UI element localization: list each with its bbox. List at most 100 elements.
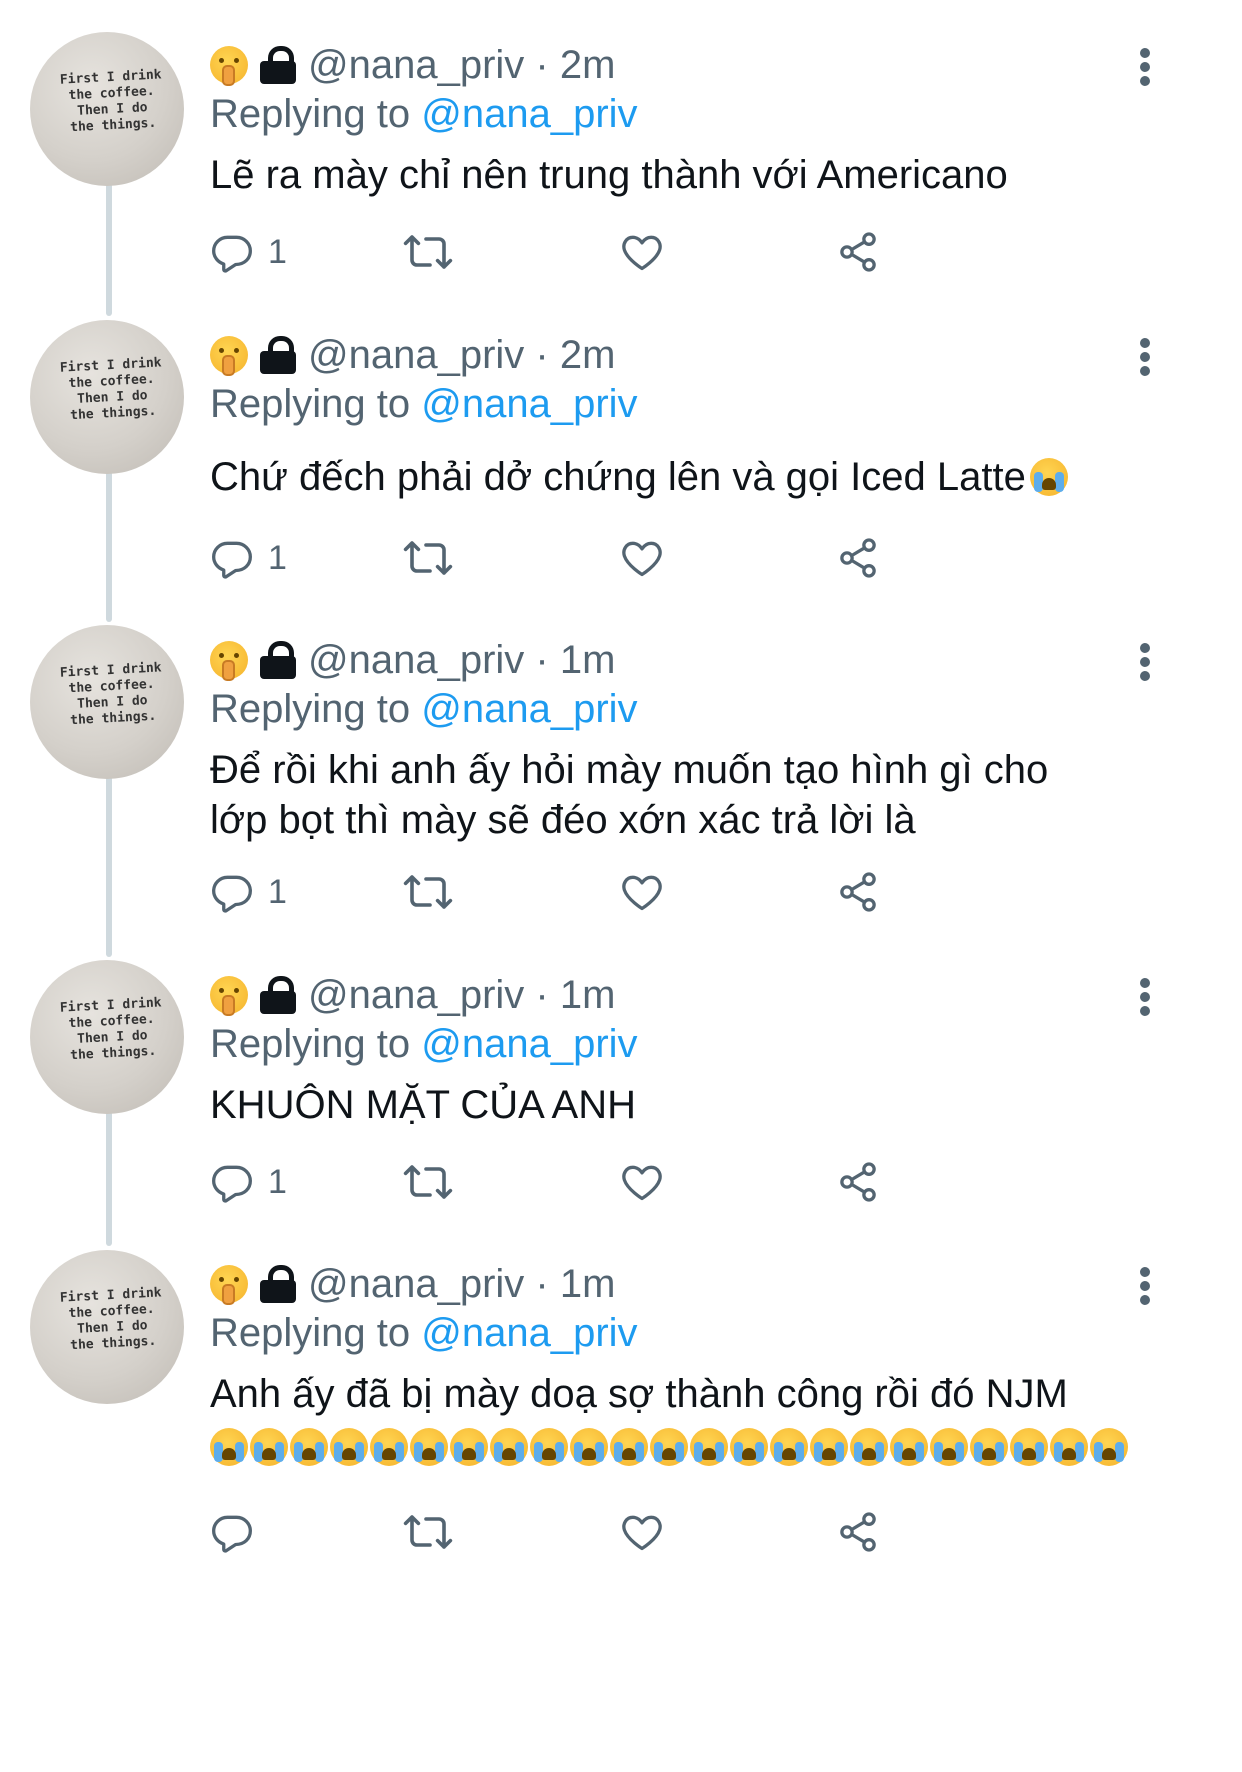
tweet-header: @nana_priv · 1m (210, 970, 615, 1020)
reply-button[interactable]: 1 (210, 228, 287, 276)
handle-and-time[interactable]: @nana_priv · 1m (308, 973, 615, 1018)
retweet-button[interactable] (402, 534, 454, 582)
shushing-face-emoji-icon (210, 976, 248, 1016)
timestamp[interactable]: 1m (560, 973, 616, 1017)
avatar-caption: First I drink the coffee. Then I do the … (59, 660, 162, 729)
loudly-crying-face-emoji-icon (1010, 1428, 1048, 1466)
lock-icon (260, 1265, 296, 1303)
reply-button[interactable]: 1 (210, 1158, 287, 1206)
replying-to: Replying to @nana_priv (210, 687, 638, 732)
heart-icon (622, 541, 662, 577)
loudly-crying-face-emoji-icon (810, 1428, 848, 1466)
more-options-icon[interactable] (1140, 643, 1152, 681)
shushing-face-emoji-icon (210, 641, 248, 681)
avatar-caption: First I drink the coffee. Then I do the … (59, 355, 162, 424)
more-options-icon[interactable] (1140, 978, 1152, 1016)
more-options-icon[interactable] (1140, 338, 1152, 376)
timestamp[interactable]: 2m (560, 333, 616, 377)
share-button[interactable] (836, 868, 880, 916)
loudly-crying-face-emoji-icon (930, 1428, 968, 1466)
lock-icon (260, 336, 296, 374)
timestamp[interactable]: 2m (560, 43, 616, 87)
crying-emoji-row (210, 1428, 1128, 1470)
retweet-button[interactable] (402, 1158, 454, 1206)
share-icon (840, 1162, 876, 1202)
tweet-text: Để rồi khi anh ấy hỏi mày muốn tạo hình … (210, 748, 1049, 842)
avatar[interactable]: First I drink the coffee. Then I do the … (30, 960, 184, 1114)
share-button[interactable] (836, 1158, 880, 1206)
retweet-icon (403, 235, 453, 269)
handle-and-time[interactable]: @nana_priv · 2m (308, 333, 615, 378)
replying-to: Replying to @nana_priv (210, 92, 638, 137)
tweet-header: @nana_priv · 2m (210, 330, 615, 380)
tweet-header: @nana_priv · 1m (210, 1259, 615, 1309)
user-handle[interactable]: @nana_priv (308, 638, 524, 682)
shushing-face-emoji-icon (210, 336, 248, 376)
share-icon (840, 538, 876, 578)
avatar[interactable]: First I drink the coffee. Then I do the … (30, 625, 184, 779)
replying-label: Replying to (210, 1022, 411, 1066)
loudly-crying-face-emoji-icon (650, 1428, 688, 1466)
more-options-icon[interactable] (1140, 1267, 1152, 1305)
avatar[interactable]: First I drink the coffee. Then I do the … (30, 32, 184, 186)
avatar[interactable]: First I drink the coffee. Then I do the … (30, 320, 184, 474)
tweet-header: @nana_priv · 1m (210, 635, 615, 685)
retweet-icon (403, 541, 453, 575)
mention-link[interactable]: @nana_priv (421, 1311, 637, 1355)
replying-label: Replying to (210, 1311, 411, 1355)
handle-and-time[interactable]: @nana_priv · 1m (308, 1262, 615, 1307)
retweet-button[interactable] (402, 1508, 454, 1556)
share-button[interactable] (836, 228, 880, 276)
handle-and-time[interactable]: @nana_priv · 1m (308, 638, 615, 683)
loudly-crying-face-emoji-icon (450, 1428, 488, 1466)
loudly-crying-face-emoji-icon (690, 1428, 728, 1466)
replying-label: Replying to (210, 382, 411, 426)
avatar[interactable]: First I drink the coffee. Then I do the … (30, 1250, 184, 1404)
tweet-header: @nana_priv · 2m (210, 40, 615, 90)
like-button[interactable] (620, 868, 664, 916)
reply-icon (212, 235, 252, 273)
retweet-button[interactable] (402, 228, 454, 276)
user-handle[interactable]: @nana_priv (308, 1262, 524, 1306)
more-options-icon[interactable] (1140, 48, 1152, 86)
tweet-text-content: Chứ đếch phải dở chứng lên và gọi Iced L… (210, 455, 1026, 499)
share-button[interactable] (836, 1508, 880, 1556)
loudly-crying-face-emoji-icon (970, 1428, 1008, 1466)
tweet-text: Anh ấy đã bị mày doạ sợ thành công rồi đ… (210, 1372, 1068, 1416)
loudly-crying-face-emoji-icon (370, 1428, 408, 1466)
lock-icon (260, 641, 296, 679)
handle-and-time[interactable]: @nana_priv · 2m (308, 43, 615, 88)
reply-button[interactable] (210, 1508, 268, 1556)
retweet-icon (403, 1515, 453, 1549)
loudly-crying-face-emoji-icon (530, 1428, 568, 1466)
heart-icon (622, 875, 662, 911)
mention-link[interactable]: @nana_priv (421, 1022, 637, 1066)
tweet-text: Chứ đếch phải dở chứng lên và gọi Iced L… (210, 452, 1200, 502)
loudly-crying-face-emoji-icon (730, 1428, 768, 1466)
reply-button[interactable]: 1 (210, 868, 287, 916)
thread-line (106, 172, 112, 316)
reply-button[interactable]: 1 (210, 534, 287, 582)
replying-to: Replying to @nana_priv (210, 382, 638, 427)
shushing-face-emoji-icon (210, 1265, 248, 1305)
heart-icon (622, 1165, 662, 1201)
like-button[interactable] (620, 1158, 664, 1206)
like-button[interactable] (620, 228, 664, 276)
user-handle[interactable]: @nana_priv (308, 43, 524, 87)
replying-to: Replying to @nana_priv (210, 1022, 638, 1067)
reply-icon (212, 1165, 252, 1203)
retweet-icon (403, 875, 453, 909)
user-handle[interactable]: @nana_priv (308, 333, 524, 377)
like-button[interactable] (620, 1508, 664, 1556)
timestamp[interactable]: 1m (560, 638, 616, 682)
mention-link[interactable]: @nana_priv (421, 382, 637, 426)
retweet-button[interactable] (402, 868, 454, 916)
user-handle[interactable]: @nana_priv (308, 973, 524, 1017)
share-button[interactable] (836, 534, 880, 582)
lock-icon (260, 976, 296, 1014)
like-button[interactable] (620, 534, 664, 582)
mention-link[interactable]: @nana_priv (421, 92, 637, 136)
mention-link[interactable]: @nana_priv (421, 687, 637, 731)
loudly-crying-face-emoji-icon (570, 1428, 608, 1466)
timestamp[interactable]: 1m (560, 1262, 616, 1306)
